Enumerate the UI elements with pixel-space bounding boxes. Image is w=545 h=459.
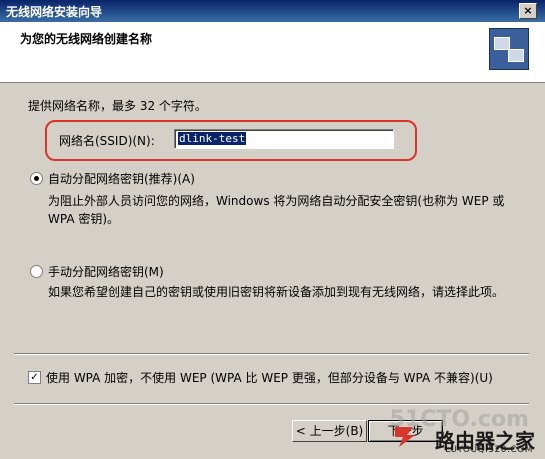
wpa-label[interactable]: 使用 WPA 加密，不使用 WEP (WPA 比 WEP 更强，但部分设备与 W… xyxy=(46,369,493,386)
manual-key-radio[interactable] xyxy=(30,265,43,278)
ssid-value: dlink-test xyxy=(178,132,247,145)
ssid-label: 网络名(SSID)(N): xyxy=(59,134,155,148)
site-watermark: 51CTO.com 路由器之家 LUYOUQI520.COM xyxy=(389,403,539,455)
auto-key-radio[interactable] xyxy=(30,172,43,185)
wpa-checkbox[interactable]: ✓ xyxy=(28,371,41,384)
ssid-highlight: 网络名(SSID)(N): dlink-test xyxy=(45,120,417,161)
title-bar: 无线网络安装向导 × xyxy=(0,0,545,22)
divider xyxy=(14,353,529,355)
auto-key-description: 为阻止外部人员访问您的网络，Windows 将为网络自动分配安全密钥(也称为 W… xyxy=(48,194,505,226)
page-title: 为您的无线网络创建名称 xyxy=(20,32,153,46)
window-title: 无线网络安装向导 xyxy=(6,5,103,19)
back-button[interactable]: < 上一步(B) xyxy=(292,420,367,442)
computer-icon xyxy=(508,49,524,62)
intro-text: 提供网络名称，最多 32 个字符。 xyxy=(28,99,207,113)
auto-key-label[interactable]: 自动分配网络密钥(推荐)(A) xyxy=(48,170,195,187)
network-wizard-icon xyxy=(489,28,529,70)
wizard-header: 为您的无线网络创建名称 xyxy=(0,22,545,83)
ssid-input[interactable]: dlink-test xyxy=(174,129,394,149)
close-button[interactable]: × xyxy=(519,3,537,19)
manual-key-label[interactable]: 手动分配网络密钥(M) xyxy=(48,263,164,280)
watermark-url: LUYOUQI520.COM xyxy=(445,445,533,455)
manual-key-description: 如果您希望创建自己的密钥或使用旧密钥将新设备添加到现有无线网络，请选择此项。 xyxy=(48,285,505,299)
